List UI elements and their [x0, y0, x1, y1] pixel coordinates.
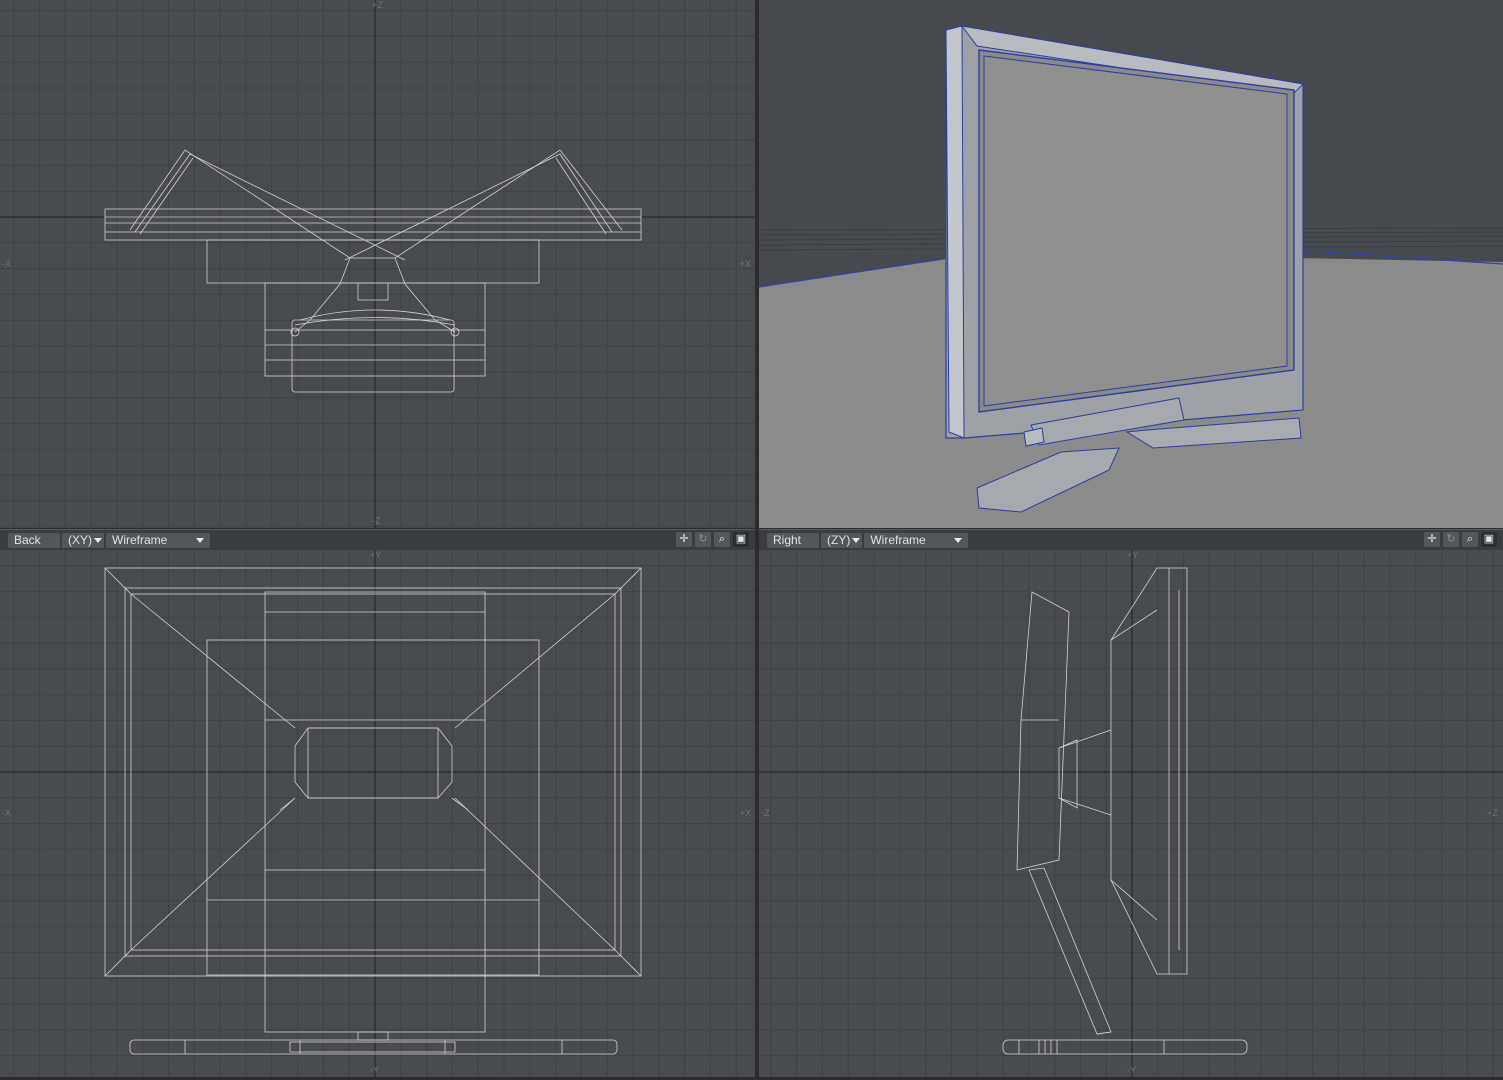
render-mode-value: Wireframe	[870, 532, 926, 547]
viewport-back-canvas[interactable]	[0, 550, 755, 1077]
axis-label-bottom: -Z	[372, 516, 381, 526]
axis-label-bottom: -Y	[1127, 1065, 1136, 1075]
axis-label-left: -Z	[761, 808, 770, 818]
render-mode-dropdown[interactable]: Wireframe	[864, 532, 969, 548]
zoom-icon[interactable]: ⌕	[714, 532, 730, 547]
axis-label-top: +Y	[370, 550, 382, 560]
monitor-wireframe-back	[104, 567, 642, 1055]
viewport-perspective-canvas[interactable]	[759, 0, 1503, 528]
viewport-right-canvas[interactable]	[759, 550, 1503, 1077]
axis-label-right: +X	[740, 808, 752, 818]
view-axis-value: (ZY)	[827, 532, 851, 547]
monitor-wireframe-side	[1002, 567, 1248, 1055]
axis-label-top: +Y	[1127, 550, 1139, 560]
maximize-icon[interactable]: ▣	[733, 532, 749, 547]
maximize-icon[interactable]: ▣	[1481, 532, 1497, 547]
axis-label-left: -X	[2, 259, 11, 269]
grid	[0, 550, 755, 1077]
rotate-icon[interactable]: ↻	[695, 532, 711, 547]
render-mode-dropdown[interactable]: Wireframe	[106, 532, 210, 548]
viewport-right[interactable]: +Y -Y -Z +Z	[759, 550, 1503, 1077]
move-icon[interactable]: ✛	[1424, 532, 1440, 547]
monitor-wireframe-top	[104, 149, 642, 393]
chevron-down-icon	[94, 537, 102, 543]
axis-label-bottom: -Y	[370, 1065, 379, 1075]
grid	[0, 0, 755, 528]
zoom-icon[interactable]: ⌕	[1462, 532, 1478, 547]
viewport-header-right: Right (ZY) Wireframe ✛ ↻ ⌕ ▣	[759, 529, 1503, 551]
axis-label-top: +Z	[372, 0, 383, 10]
view-axis-dropdown[interactable]: (XY)	[62, 532, 104, 548]
view-axis-dropdown[interactable]: (ZY)	[821, 532, 863, 548]
viewport-name[interactable]: Right	[767, 532, 819, 548]
viewport-top[interactable]: +Z -Z -X +X	[0, 0, 755, 528]
render-mode-value: Wireframe	[112, 532, 168, 547]
axis-label-left: -X	[2, 808, 11, 818]
grid	[759, 550, 1503, 1077]
axis-label-right: +X	[740, 259, 752, 269]
view-axis-value: (XY)	[68, 532, 92, 547]
rotate-icon[interactable]: ↻	[1443, 532, 1459, 547]
viewport-top-canvas[interactable]	[0, 0, 755, 528]
move-icon[interactable]: ✛	[676, 532, 692, 547]
viewport-perspective[interactable]	[759, 0, 1503, 528]
chevron-down-icon	[954, 537, 963, 543]
viewport-header-back: Back (XY) Wireframe ✛ ↻ ⌕ ▣	[0, 529, 755, 551]
viewport-back[interactable]: +Y -Y -X +X	[0, 550, 755, 1077]
chevron-down-icon	[196, 537, 204, 543]
axis-label-right: +Z	[1487, 808, 1498, 818]
viewport-name[interactable]: Back	[8, 532, 60, 548]
chevron-down-icon	[852, 537, 861, 543]
